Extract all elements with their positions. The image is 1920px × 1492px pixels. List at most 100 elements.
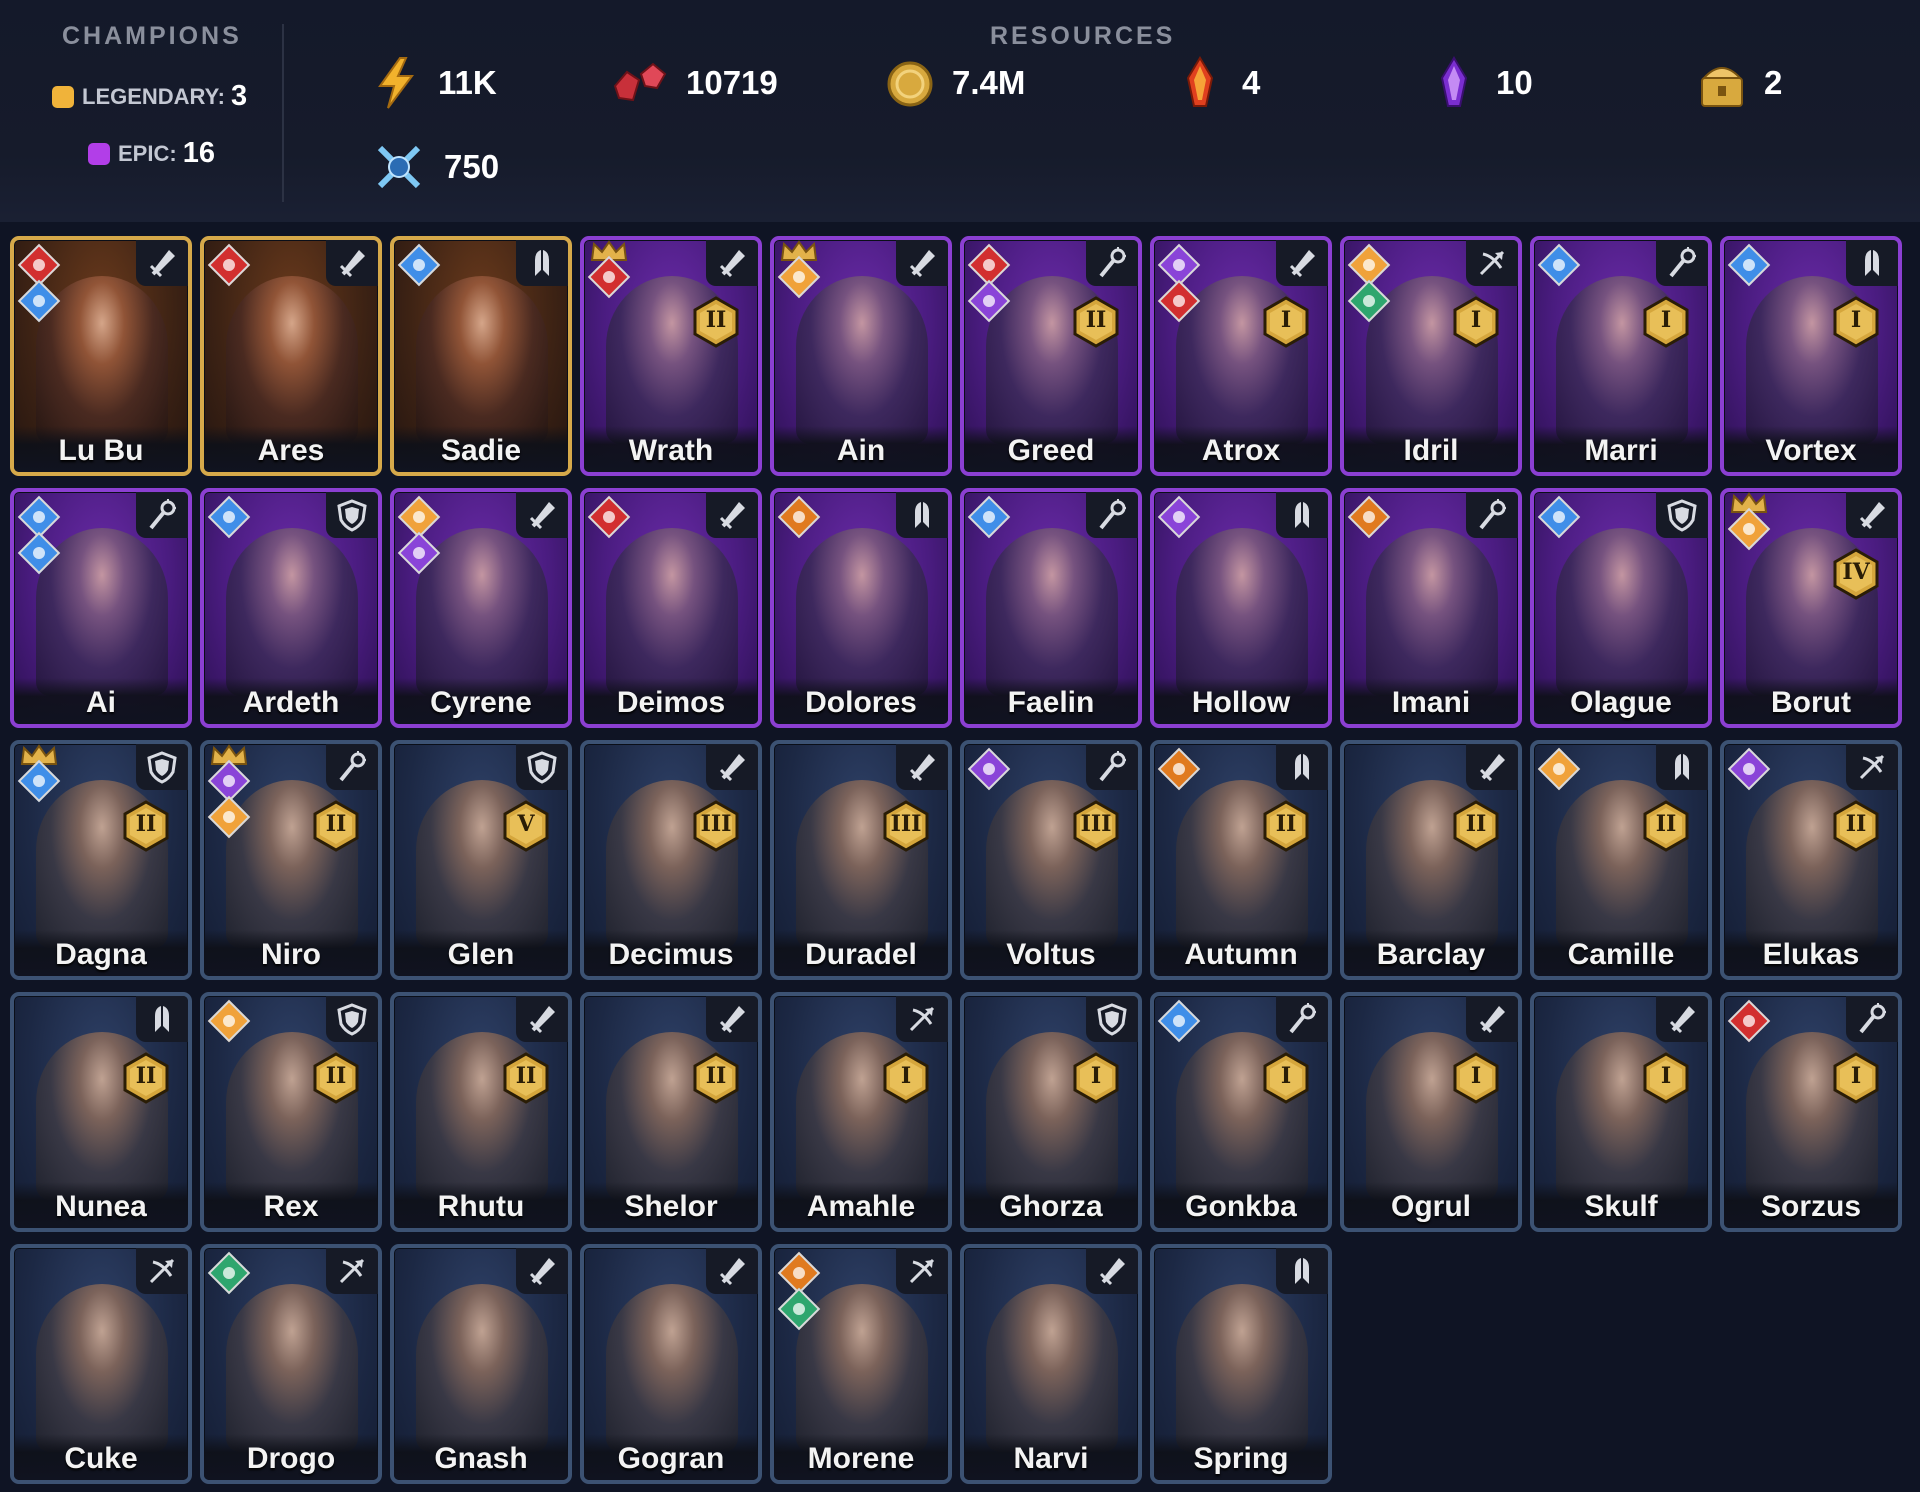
sword-role-icon — [896, 240, 948, 286]
rank-text: I — [900, 1063, 912, 1089]
champion-card[interactable]: II Barclay — [1340, 740, 1522, 980]
rank-badge: I — [1072, 1052, 1120, 1104]
champion-card[interactable]: I Idril — [1340, 236, 1522, 476]
champion-card[interactable]: I Sorzus — [1720, 992, 1902, 1232]
spirit-affinity-icon — [1727, 747, 1771, 791]
top-summary-bar: CHAMPIONS RESOURCES LEGENDARY: 3 EPIC: 1… — [0, 0, 1920, 222]
champion-card[interactable]: Narvi — [960, 1244, 1142, 1484]
rank-badge: III — [882, 800, 930, 852]
champion-card[interactable]: Lu Bu — [10, 236, 192, 476]
mage-role-icon — [1086, 240, 1138, 286]
champion-portrait — [416, 276, 548, 444]
champion-card[interactable]: IV Borut — [1720, 488, 1902, 728]
champion-portrait — [796, 528, 928, 696]
champion-name: Duradel — [805, 938, 917, 971]
support-role-icon — [1276, 1248, 1328, 1294]
champion-card[interactable]: Olague — [1530, 488, 1712, 728]
rank-badge: I — [1642, 296, 1690, 348]
champion-card[interactable]: Ain — [770, 236, 952, 476]
champion-card[interactable]: Hollow — [1150, 488, 1332, 728]
rank-badge: II — [1832, 800, 1880, 852]
rank-badge: II — [1452, 800, 1500, 852]
champion-card[interactable]: Dolores — [770, 488, 952, 728]
champion-name: Gnash — [434, 1442, 528, 1475]
champion-card[interactable]: II Autumn — [1150, 740, 1332, 980]
sword-role-icon — [706, 1248, 758, 1294]
champion-card[interactable]: II Rex — [200, 992, 382, 1232]
champion-card[interactable]: I Ogrul — [1340, 992, 1522, 1232]
champion-card[interactable]: Ai — [10, 488, 192, 728]
champion-card[interactable]: Drogo — [200, 1244, 382, 1484]
champion-name: Dagna — [55, 938, 147, 971]
champion-card[interactable]: I Skulf — [1530, 992, 1712, 1232]
champion-card[interactable]: II Niro — [200, 740, 382, 980]
champion-card[interactable]: Cyrene — [390, 488, 572, 728]
champion-name: Greed — [1007, 434, 1095, 467]
void-shard-value: 10 — [1496, 64, 1533, 101]
champion-card[interactable]: Deimos — [580, 488, 762, 728]
rank-text: II — [135, 1063, 157, 1089]
champion-card[interactable]: Faelin — [960, 488, 1142, 728]
champion-card[interactable]: I Vortex — [1720, 236, 1902, 476]
rank-text: III — [890, 811, 922, 837]
champion-card[interactable]: II Shelor — [580, 992, 762, 1232]
champion-name: Deimos — [616, 686, 726, 719]
order-affinity-icon — [1537, 495, 1581, 539]
champion-portrait — [226, 528, 358, 696]
rank-badge: II — [692, 296, 740, 348]
shield-role-icon — [1086, 996, 1138, 1042]
legendary-label: LEGENDARY: — [82, 83, 225, 109]
champion-card[interactable]: II Greed — [960, 236, 1142, 476]
champion-card[interactable]: II Wrath — [580, 236, 762, 476]
champion-card[interactable]: Ardeth — [200, 488, 382, 728]
rank-text: V — [517, 811, 535, 837]
mage-role-icon — [1086, 744, 1138, 790]
champion-card[interactable]: Cuke — [10, 1244, 192, 1484]
champion-card[interactable]: Imani — [1340, 488, 1522, 728]
rank-text: I — [1850, 307, 1862, 333]
affinity-gem — [600, 268, 618, 286]
rank-badge: I — [1832, 1052, 1880, 1104]
champion-card[interactable]: Ares — [200, 236, 382, 476]
champion-card[interactable]: I Marri — [1530, 236, 1712, 476]
champion-portrait — [796, 276, 928, 444]
champion-card[interactable]: III Voltus — [960, 740, 1142, 980]
ranged-role-icon — [326, 1248, 378, 1294]
champion-card[interactable]: II Rhutu — [390, 992, 572, 1232]
champion-card[interactable]: Spring — [1150, 1244, 1332, 1484]
champion-portrait — [36, 1284, 168, 1452]
affinity-gem — [1550, 760, 1568, 778]
champion-card[interactable]: I Ghorza — [960, 992, 1142, 1232]
champion-card[interactable]: II Camille — [1530, 740, 1712, 980]
champion-card[interactable]: II Elukas — [1720, 740, 1902, 980]
champion-card[interactable]: Gogran — [580, 1244, 762, 1484]
shield-role-icon — [516, 744, 568, 790]
sword-role-icon — [326, 240, 378, 286]
legendary-dot-icon — [52, 85, 74, 108]
support-role-icon — [136, 996, 188, 1042]
rank-badge: I — [1832, 296, 1880, 348]
champion-card[interactable]: I Amahle — [770, 992, 952, 1232]
champion-card[interactable]: Morene — [770, 1244, 952, 1484]
affinity-gem — [220, 1012, 238, 1030]
champion-card[interactable]: V Glen — [390, 740, 572, 980]
champion-card[interactable]: I Gonkba — [1150, 992, 1332, 1232]
sword-role-icon — [706, 240, 758, 286]
affinity-gem — [410, 544, 428, 562]
champion-portrait — [986, 1284, 1118, 1452]
champion-card[interactable]: III Decimus — [580, 740, 762, 980]
header-divider — [282, 24, 284, 202]
mage-role-icon — [326, 744, 378, 790]
rank-badge: I — [1452, 1052, 1500, 1104]
champion-card[interactable]: I Atrox — [1150, 236, 1332, 476]
champion-card[interactable]: Gnash — [390, 1244, 572, 1484]
rank-badge: II — [122, 1052, 170, 1104]
rank-badge: II — [502, 1052, 550, 1104]
champion-card[interactable]: III Duradel — [770, 740, 952, 980]
rank-text: I — [1850, 1063, 1862, 1089]
affinity-gem — [220, 508, 238, 526]
spirit-affinity-icon — [967, 747, 1011, 791]
champion-card[interactable]: II Dagna — [10, 740, 192, 980]
champion-card[interactable]: II Nunea — [10, 992, 192, 1232]
champion-card[interactable]: Sadie — [390, 236, 572, 476]
